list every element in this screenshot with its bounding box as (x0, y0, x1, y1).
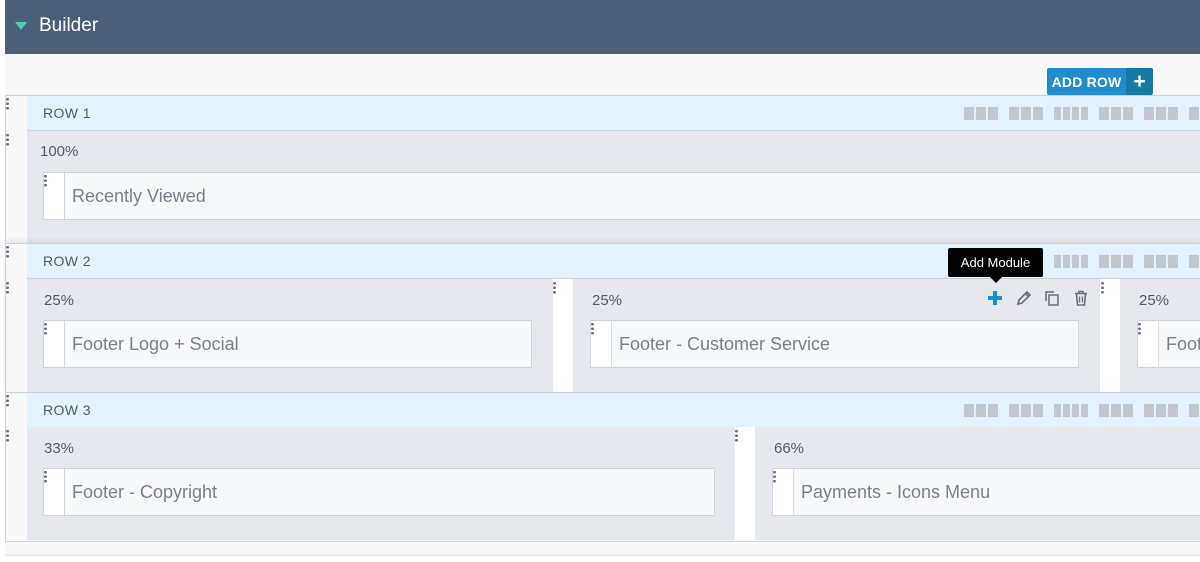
column-drag-handle[interactable] (735, 429, 738, 442)
tooltip-arrow (990, 277, 1002, 283)
module-label: Footer Logo + Social (72, 334, 239, 354)
layout-4col-icon[interactable] (1054, 404, 1088, 417)
module-footer-copyright[interactable]: Footer - Copyright (43, 468, 715, 516)
row-title: ROW 2 (43, 253, 91, 269)
row-1-header[interactable]: ROW 1 (27, 96, 1200, 131)
row-title: ROW 3 (43, 402, 91, 418)
layout-3col-icon[interactable] (1099, 107, 1133, 120)
module-drag-handle[interactable] (1138, 321, 1159, 367)
builder-header[interactable] (5, 0, 1200, 54)
edit-pencil-icon[interactable] (1015, 289, 1033, 307)
column-width: 25% (1139, 292, 1170, 309)
module-grip-icon[interactable] (591, 322, 594, 335)
module-recently-viewed[interactable]: Recently Viewed (43, 172, 1200, 220)
module-drag-handle[interactable] (591, 321, 612, 367)
module-label: Recently Viewed (72, 186, 206, 206)
add-row-label: ADD ROW (1047, 68, 1126, 95)
layout-1-2-icon[interactable] (1144, 255, 1178, 268)
row-drag-handle[interactable] (6, 394, 9, 407)
module-footer-logo-social[interactable]: Footer Logo + Social (43, 320, 532, 368)
module-label: Payments - Icons Menu (801, 482, 991, 502)
caret-down-icon[interactable] (15, 22, 27, 30)
column-width: 100% (40, 143, 79, 160)
row-3-header[interactable]: ROW 3 (27, 393, 1200, 428)
column-width: 33% (44, 440, 75, 457)
module-footer-partial[interactable]: Foot (1137, 320, 1200, 368)
layout-1col-icon[interactable] (964, 107, 998, 120)
module-drag-handle[interactable] (44, 173, 65, 219)
layout-1-2-icon[interactable] (1144, 107, 1178, 120)
module-grip-icon[interactable] (773, 470, 776, 483)
column-drag-handle[interactable] (1101, 281, 1104, 294)
module-grip-icon[interactable] (44, 174, 47, 187)
row-layout-options (964, 404, 1199, 417)
layout-2-1-icon[interactable] (1189, 404, 1199, 417)
column-drag-handle[interactable] (553, 281, 556, 294)
row-layout-options (1054, 255, 1199, 268)
add-module-icon[interactable] (986, 289, 1004, 307)
duplicate-icon[interactable] (1043, 289, 1061, 307)
column-divider (1100, 279, 1120, 392)
layout-2-1-icon[interactable] (1189, 255, 1199, 268)
add-module-tooltip: Add Module (948, 248, 1043, 277)
layout-2-1-icon[interactable] (1189, 107, 1199, 120)
module-footer-customer-service[interactable]: Footer - Customer Service (590, 320, 1079, 368)
column-drag-handle[interactable] (6, 429, 9, 442)
row-title: ROW 1 (43, 105, 91, 121)
column-drag-handle[interactable] (6, 281, 9, 294)
row-drag-handle[interactable] (6, 245, 9, 258)
trash-icon[interactable] (1072, 289, 1090, 307)
layout-2col-icon[interactable] (1009, 404, 1043, 417)
module-drag-handle[interactable] (44, 469, 65, 515)
add-row-button[interactable]: ADD ROW + (1047, 68, 1153, 95)
column-width: 25% (592, 292, 623, 309)
row-drag-handle[interactable] (6, 97, 9, 110)
plus-icon: + (1126, 68, 1153, 95)
layout-3col-icon[interactable] (1099, 255, 1133, 268)
layout-3col-icon[interactable] (1099, 404, 1133, 417)
column-divider (553, 279, 573, 392)
module-payments-icons-menu[interactable]: Payments - Icons Menu (772, 468, 1200, 516)
layout-4col-icon[interactable] (1054, 107, 1088, 120)
column-drag-handle[interactable] (6, 133, 9, 146)
column-divider (735, 427, 755, 540)
column-width: 25% (44, 292, 75, 309)
column-width: 66% (774, 440, 805, 457)
module-drag-handle[interactable] (44, 321, 65, 367)
module-label: Footer - Copyright (72, 482, 218, 502)
builder-title: Builder (39, 15, 99, 36)
layout-1-2-icon[interactable] (1144, 404, 1178, 417)
module-grip-icon[interactable] (44, 470, 47, 483)
module-label: Footer - Customer Service (619, 334, 831, 354)
module-grip-icon[interactable] (44, 322, 47, 335)
module-label: Foot (1166, 334, 1200, 354)
layout-2col-icon[interactable] (1009, 107, 1043, 120)
layout-1col-icon[interactable] (964, 404, 998, 417)
layout-4col-icon[interactable] (1054, 255, 1088, 268)
module-drag-handle[interactable] (773, 469, 794, 515)
row-layout-options (964, 107, 1199, 120)
module-grip-icon[interactable] (1138, 322, 1141, 335)
